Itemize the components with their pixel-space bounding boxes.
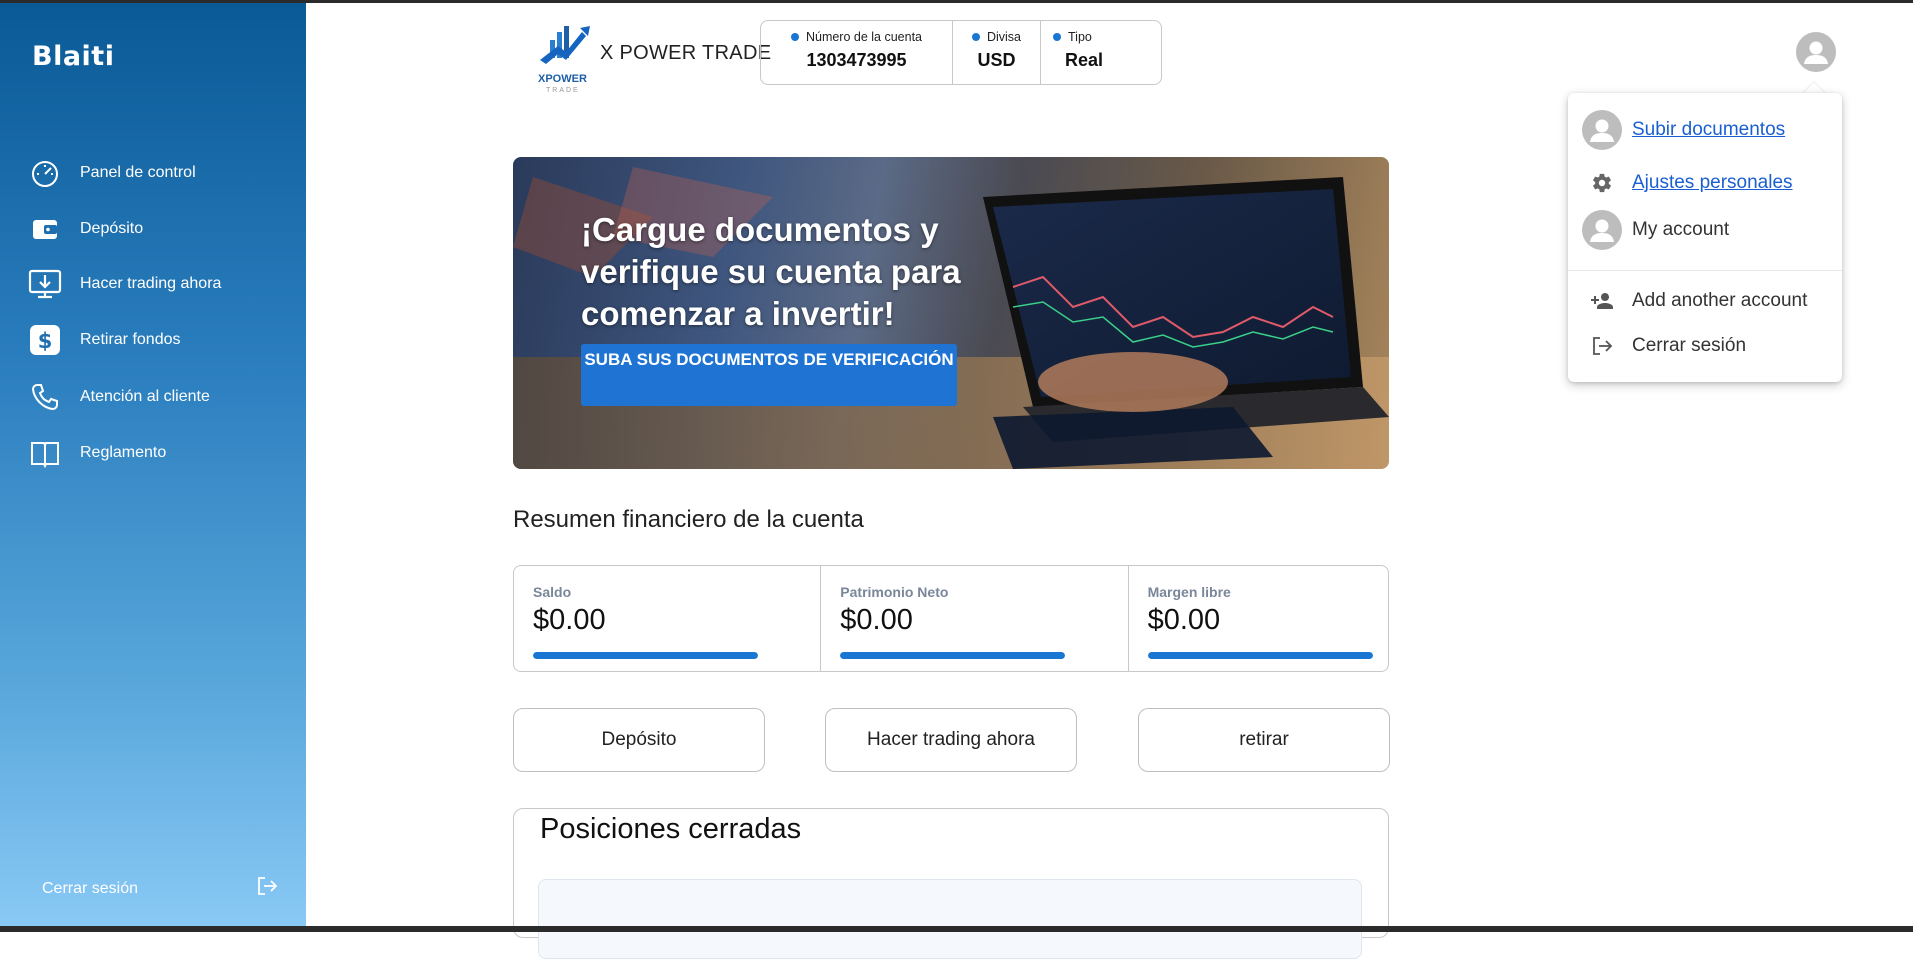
deposit-button[interactable]: Depósito bbox=[513, 708, 765, 772]
sidebar-item-trade[interactable]: Hacer trading ahora bbox=[28, 264, 288, 304]
monitor-download-icon bbox=[28, 267, 62, 301]
sidebar-item-support[interactable]: Atención al cliente bbox=[28, 377, 288, 417]
phone-icon bbox=[28, 380, 62, 414]
type-label: Tipo bbox=[1068, 30, 1092, 44]
xpower-logo: XPOWER TRADE bbox=[536, 18, 608, 94]
logout-icon bbox=[256, 875, 278, 902]
sidebar-logout-label: Cerrar sesión bbox=[42, 879, 139, 897]
account-info-box: Número de la cuenta 1303473995 Divisa US… bbox=[760, 20, 1162, 85]
add-person-icon bbox=[1582, 281, 1622, 321]
currency-label: Divisa bbox=[986, 30, 1022, 44]
svg-text:$: $ bbox=[38, 329, 53, 353]
menu-item-add-account[interactable]: Add another account bbox=[1582, 281, 1807, 321]
financial-summary-title: Resumen financiero de la cuenta bbox=[513, 506, 864, 533]
status-dot bbox=[790, 33, 799, 41]
bottom-border bbox=[0, 926, 1913, 932]
sidebar-item-label: Panel de control bbox=[80, 164, 196, 181]
gear-icon bbox=[1582, 163, 1622, 203]
verification-banner: ¡Cargue documentos y verifique su cuenta… bbox=[513, 157, 1389, 469]
menu-item-label: Add another account bbox=[1632, 290, 1808, 311]
financial-summary: Saldo $0.00 Patrimonio Neto $0.00 Margen… bbox=[513, 565, 1389, 672]
account-dropdown-menu: Subir documentos Ajustes personales My a… bbox=[1568, 93, 1842, 382]
balance-label: Saldo bbox=[533, 584, 572, 600]
menu-item-label: Cerrar sesión bbox=[1632, 335, 1747, 356]
sidebar-item-withdraw[interactable]: $ Retirar fondos bbox=[28, 320, 288, 360]
type-cell: Tipo Real bbox=[1041, 21, 1161, 84]
type-value: Real bbox=[1065, 50, 1104, 70]
sidebar-item-label: Retirar fondos bbox=[80, 331, 181, 348]
free-margin-progress-bar bbox=[1147, 652, 1373, 659]
logo-subtext: XPOWER bbox=[538, 73, 587, 85]
sidebar-item-label: Depósito bbox=[80, 220, 144, 237]
menu-item-label: My account bbox=[1632, 219, 1730, 240]
closed-positions-panel: Posiciones cerradas bbox=[513, 808, 1389, 959]
free-margin-card: Margen libre $0.00 bbox=[1129, 566, 1388, 671]
banner-title: ¡Cargue documentos y verifique su cuenta… bbox=[581, 211, 961, 332]
speedometer-icon bbox=[28, 156, 62, 190]
balance-card: Saldo $0.00 bbox=[514, 566, 822, 671]
logout-icon bbox=[1582, 326, 1622, 366]
closed-positions-title: Posiciones cerradas bbox=[540, 813, 802, 845]
equity-value: $0.00 bbox=[840, 604, 913, 636]
avatar-icon bbox=[1582, 110, 1622, 150]
menu-item-label: Subir documentos bbox=[1632, 119, 1786, 140]
upload-verification-button[interactable]: SUBA SUS DOCUMENTOS DE VERIFICACIÓN bbox=[581, 344, 957, 406]
equity-progress-bar bbox=[840, 652, 1066, 659]
logo-small-text: TRADE bbox=[546, 87, 580, 94]
free-margin-value: $0.00 bbox=[1147, 604, 1221, 636]
trade-now-button[interactable]: Hacer trading ahora bbox=[825, 708, 1077, 772]
account-number-label: Número de la cuenta bbox=[805, 30, 923, 44]
free-margin-label: Margen libre bbox=[1147, 584, 1231, 600]
status-dot bbox=[971, 33, 980, 41]
menu-item-my-account[interactable]: My account bbox=[1582, 210, 1729, 250]
user-avatar-button[interactable] bbox=[1796, 32, 1836, 72]
equity-card: Patrimonio Neto $0.00 bbox=[821, 566, 1129, 671]
closed-positions-table bbox=[538, 879, 1362, 959]
menu-item-logout[interactable]: Cerrar sesión bbox=[1582, 326, 1746, 366]
menu-item-upload-documents[interactable]: Subir documentos bbox=[1582, 110, 1785, 150]
account-number-value: 1303473995 bbox=[806, 50, 907, 70]
account-number-cell: Número de la cuenta 1303473995 bbox=[761, 21, 953, 84]
sidebar-item-label: Hacer trading ahora bbox=[80, 275, 222, 292]
sidebar-item-rules[interactable]: Reglamento bbox=[28, 433, 288, 473]
menu-item-personal-settings[interactable]: Ajustes personales bbox=[1582, 163, 1793, 203]
balance-value: $0.00 bbox=[533, 604, 606, 636]
sidebar-item-label: Reglamento bbox=[80, 444, 167, 461]
menu-divider bbox=[1568, 270, 1842, 271]
equity-label: Patrimonio Neto bbox=[840, 584, 949, 600]
sidebar-item-dashboard[interactable]: Panel de control bbox=[28, 153, 288, 193]
status-dot bbox=[1053, 33, 1061, 41]
withdraw-button[interactable]: retirar bbox=[1138, 708, 1390, 772]
balance-progress-bar bbox=[533, 652, 758, 659]
wallet-icon bbox=[28, 212, 62, 246]
sidebar-item-deposit[interactable]: Depósito bbox=[28, 209, 288, 249]
brand-logo[interactable]: Blaiti bbox=[32, 41, 114, 72]
book-icon bbox=[28, 436, 62, 470]
menu-item-label: Ajustes personales bbox=[1632, 172, 1793, 193]
sidebar-item-label: Atención al cliente bbox=[80, 388, 210, 405]
logo-text: X POWER TRADE bbox=[600, 42, 772, 64]
sidebar-logout[interactable]: Cerrar sesión bbox=[42, 875, 278, 902]
currency-value: USD bbox=[977, 50, 1016, 70]
avatar-icon bbox=[1582, 210, 1622, 250]
sidebar: Blaiti Panel de control Depósito Hacer t… bbox=[0, 3, 306, 926]
currency-cell: Divisa USD bbox=[953, 21, 1041, 84]
dollar-icon: $ bbox=[28, 323, 62, 357]
